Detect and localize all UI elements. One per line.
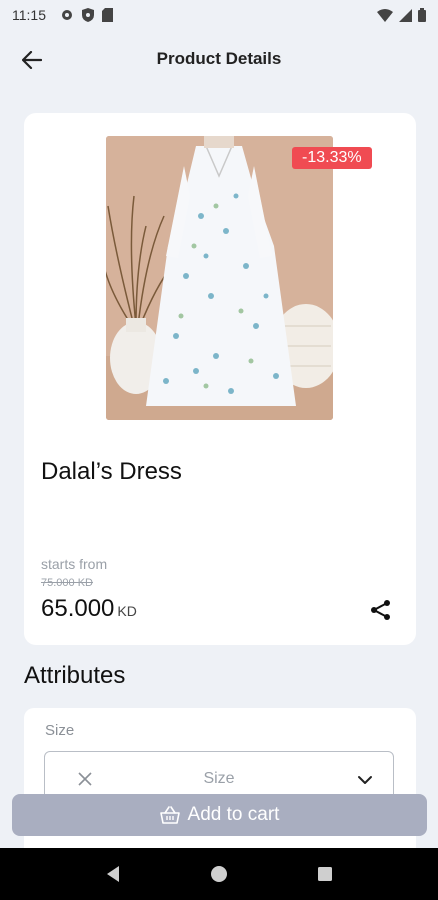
dress-illustration (106, 136, 333, 420)
add-to-cart-label: Add to cart (187, 804, 280, 825)
price-currency: KD (117, 603, 137, 619)
shield-icon (82, 8, 94, 22)
size-select-value: Size (203, 770, 235, 787)
add-to-cart-button[interactable]: Add to cart (12, 794, 427, 836)
square-recents-icon (318, 867, 332, 881)
wifi-icon (377, 8, 393, 22)
basket-icon (159, 806, 180, 824)
triangle-back-icon (107, 866, 119, 882)
circle-home-icon (211, 866, 227, 882)
starts-from-label: starts from (41, 556, 108, 572)
size-label: Size (45, 722, 75, 739)
gear-icon (62, 10, 72, 20)
nav-back-button[interactable] (101, 862, 125, 886)
share-icon (371, 600, 390, 620)
battery-icon (418, 8, 426, 22)
share-button[interactable] (368, 597, 394, 623)
nav-home-button[interactable] (207, 862, 231, 886)
status-bar: 11:15 (0, 0, 438, 30)
status-time: 11:15 (12, 7, 46, 23)
sim-card-icon (102, 8, 113, 22)
nav-recents-button[interactable] (313, 862, 337, 886)
product-card: -13.33% Dalal’s Dress starts from 75.000… (24, 113, 416, 645)
system-nav-bar (0, 848, 438, 900)
price-value: 65.000 (41, 595, 115, 622)
app-bar: Product Details (0, 36, 438, 82)
product-name: Dalal’s Dress (41, 458, 182, 485)
attributes-title: Attributes (24, 662, 126, 689)
old-price: 75.000 KD (41, 577, 93, 589)
page-title: Product Details (156, 49, 282, 68)
product-image[interactable] (106, 136, 333, 420)
discount-badge: -13.33% (292, 147, 372, 169)
signal-icon (399, 8, 412, 22)
chevron-down-icon (358, 776, 372, 784)
price-row: 65.000 KD (41, 595, 137, 623)
